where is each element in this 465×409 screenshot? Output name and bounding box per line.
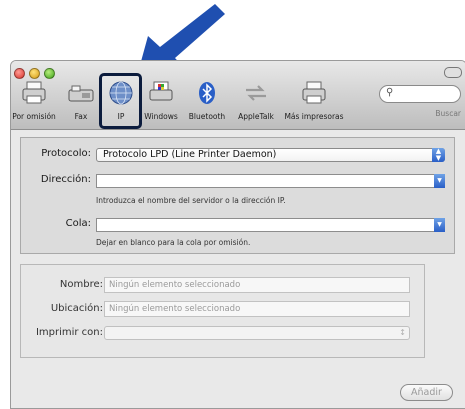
toolbar-item-windows[interactable]: Windows — [139, 79, 183, 127]
name-label: Nombre: — [59, 279, 103, 290]
name-field[interactable]: Ningún elemento seleccionado — [104, 277, 410, 293]
add-button[interactable]: Añadir — [400, 384, 453, 401]
search-input[interactable]: ⚲ — [379, 85, 461, 103]
queue-combo-field[interactable]: ▼ — [96, 218, 445, 232]
address-hint: Introduzca el nombre del servidor o la d… — [96, 196, 286, 205]
printer-icon — [22, 81, 46, 104]
search-label: Buscar — [435, 109, 461, 118]
printer-icon — [302, 81, 326, 104]
protocol-select[interactable]: Protocolo LPD (Line Printer Daemon) ▲ ▼ — [96, 148, 445, 162]
location-label: Ubicación: — [50, 303, 103, 314]
toolbar-toggle-button[interactable] — [444, 67, 462, 78]
toolbar-item-default[interactable]: Por omisión — [11, 79, 57, 127]
bluetooth-icon — [199, 82, 215, 104]
location-field[interactable]: Ningún elemento seleccionado — [104, 301, 410, 317]
toolbar-item-bluetooth[interactable]: Bluetooth — [185, 79, 229, 127]
protocol-select-value: Protocolo LPD (Line Printer Daemon) — [103, 149, 277, 160]
chevron-down-icon[interactable]: ▼ — [434, 174, 445, 188]
search-icon: ⚲ — [386, 87, 394, 98]
toolbar-item-label: Windows — [144, 112, 178, 121]
protocol-label: Protocolo: — [41, 148, 91, 159]
windows-printer-icon — [149, 81, 173, 101]
toolbar-item-fax[interactable]: Fax — [67, 79, 95, 127]
toolbar-item-label: Por omisión — [12, 112, 56, 121]
address-combo-field[interactable]: ▼ — [96, 174, 445, 188]
stepper-icon: ▲ ▼ — [432, 148, 445, 162]
chevron-down-icon[interactable]: ▼ — [434, 218, 445, 232]
zoom-window-button[interactable] — [44, 68, 55, 79]
toolbar-item-label: AppleTalk — [238, 112, 274, 121]
toolbar-item-ip[interactable]: IP — [103, 79, 139, 127]
queue-label: Cola: — [65, 218, 91, 229]
minimize-window-button[interactable] — [29, 68, 40, 79]
toolbar-item-label: IP — [117, 112, 125, 121]
globe-icon — [109, 81, 133, 105]
toolbar-item-label: Más impresoras — [284, 112, 344, 121]
fax-icon — [68, 85, 94, 102]
toolbar-item-label: Fax — [74, 112, 88, 121]
toolbar-item-label: Bluetooth — [188, 112, 226, 121]
toolbar: Por omisión Fax IP Windows Bluetooth App… — [11, 61, 465, 130]
print-with-select[interactable]: ↕ — [104, 326, 410, 340]
toolbar-item-more-printers[interactable]: Más impresoras — [283, 79, 345, 127]
appletalk-icon — [246, 85, 266, 101]
close-window-button[interactable] — [14, 68, 25, 79]
stepper-icon: ↕ — [399, 328, 406, 337]
queue-hint: Dejar en blanco para la cola por omisión… — [96, 238, 251, 247]
toolbar-item-appletalk[interactable]: AppleTalk — [231, 79, 281, 127]
print-with-label: Imprimir con: — [35, 327, 103, 338]
address-label: Dirección: — [40, 174, 91, 185]
